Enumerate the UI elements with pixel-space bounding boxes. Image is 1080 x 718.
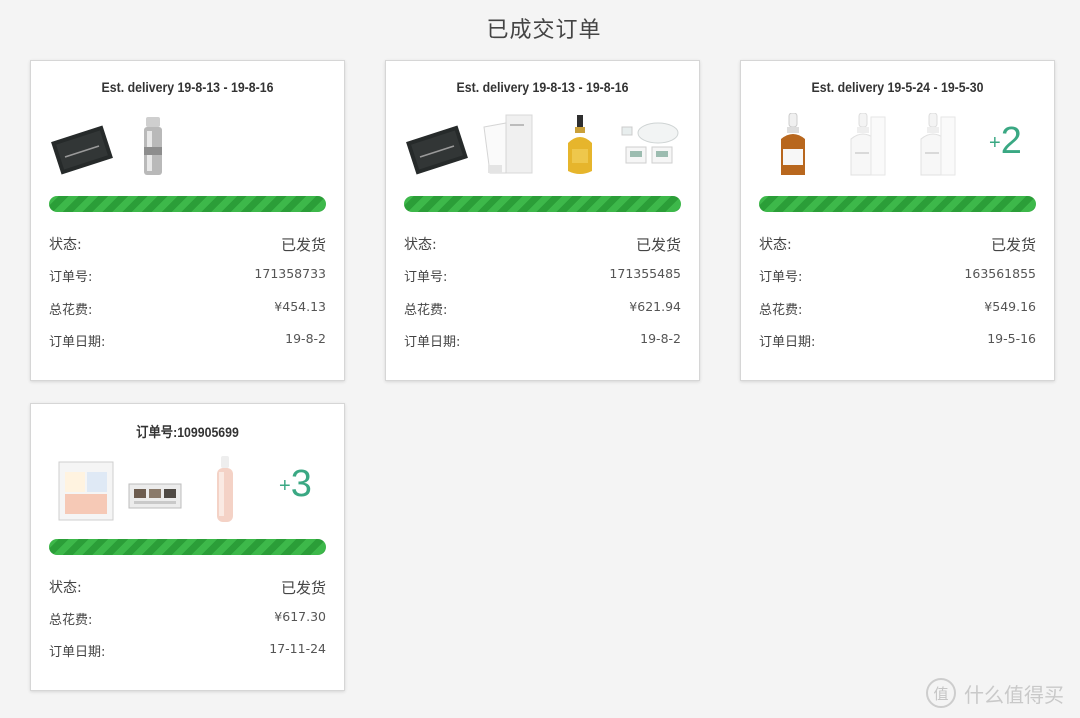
status-label: 状态: [404, 237, 437, 253]
status-value: 已发货 [280, 236, 326, 254]
order-card[interactable]: Est. delivery 19-8-13 - 19-8-16 状态: 已发货 … [385, 60, 700, 381]
order-number-value: 163561855 [964, 266, 1036, 281]
product-thumbnails[interactable] [400, 113, 690, 183]
status-value: 已发货 [280, 579, 326, 597]
site-watermark: 值 什么值得买 [926, 678, 1064, 708]
shipping-progress-bar [404, 196, 681, 212]
watermark-logo-icon: 值 [926, 678, 956, 708]
status-label: 状态: [49, 237, 82, 253]
order-card[interactable]: 订单号:109905699 +3 状态: 已发货 总花费: ¥617.30 订单… [30, 403, 345, 691]
order-date-label: 订单日期: [49, 645, 106, 660]
total-label: 总花费: [759, 303, 803, 318]
order-number-value: 171358733 [254, 266, 326, 281]
total-value: ¥617.30 [274, 609, 326, 624]
total-label: 总花费: [404, 303, 448, 318]
product-sachet-image[interactable] [406, 113, 470, 183]
total-value: ¥621.94 [629, 299, 681, 314]
more-items-count[interactable]: +3 [279, 458, 312, 512]
product-powder-palette-image[interactable] [57, 456, 121, 526]
order-date-label: 订单日期: [404, 335, 461, 350]
page-title: 已成交订单 [486, 18, 602, 43]
total-label: 总花费: [49, 303, 93, 318]
order-card[interactable]: Est. delivery 19-8-13 - 19-8-16 状态: 已发货 … [30, 60, 345, 381]
order-number-label: 订单号: [404, 270, 448, 285]
order-card[interactable]: Est. delivery 19-5-24 - 19-5-30 +2 状态: 已… [740, 60, 1055, 381]
order-date-value: 17-11-24 [269, 641, 326, 656]
product-white-bottle-image[interactable] [831, 113, 895, 183]
product-sachet-image[interactable] [51, 113, 115, 183]
product-thumbnails[interactable] [45, 113, 335, 183]
order-date-value: 19-8-2 [640, 331, 681, 346]
watermark-text: 什么值得买 [964, 682, 1064, 707]
shipping-progress-bar [759, 196, 1036, 212]
shipping-progress-bar [49, 539, 326, 555]
more-items-count[interactable]: +2 [989, 115, 1022, 169]
product-serum-bottle-image[interactable] [121, 113, 185, 183]
product-eyeshadow-palette-image[interactable] [125, 456, 189, 526]
product-lotion-bottle-image[interactable] [193, 456, 257, 526]
product-white-bottle-image[interactable] [901, 113, 965, 183]
product-thumbnails[interactable]: +2 [755, 113, 1045, 183]
product-eye-mask-image[interactable] [618, 113, 682, 183]
product-amber-bottle-image[interactable] [761, 113, 825, 183]
delivery-estimate: Est. delivery 19-5-24 - 19-5-30 [811, 79, 984, 95]
product-oil-bottle-image[interactable] [548, 113, 612, 183]
order-date-label: 订单日期: [759, 335, 816, 350]
delivery-estimate: Est. delivery 19-8-13 - 19-8-16 [101, 79, 274, 95]
order-date-value: 19-8-2 [285, 331, 326, 346]
status-value: 已发货 [990, 236, 1036, 254]
total-label: 总花费: [49, 613, 93, 628]
product-thumbnails[interactable]: +3 [45, 456, 335, 526]
order-date-label: 订单日期: [49, 335, 106, 350]
order-number-heading: 订单号:109905699 [136, 424, 239, 440]
order-number-label: 订单号: [759, 270, 803, 285]
order-number-label: 订单号: [49, 270, 93, 285]
status-value: 已发货 [635, 236, 681, 254]
status-label: 状态: [49, 580, 82, 596]
product-tube-image[interactable] [476, 113, 540, 183]
shipping-progress-bar [49, 196, 326, 212]
order-date-value: 19-5-16 [987, 331, 1036, 346]
status-label: 状态: [759, 237, 792, 253]
total-value: ¥549.16 [984, 299, 1036, 314]
total-value: ¥454.13 [274, 299, 326, 314]
delivery-estimate: Est. delivery 19-8-13 - 19-8-16 [456, 79, 629, 95]
order-number-value: 171355485 [609, 266, 681, 281]
